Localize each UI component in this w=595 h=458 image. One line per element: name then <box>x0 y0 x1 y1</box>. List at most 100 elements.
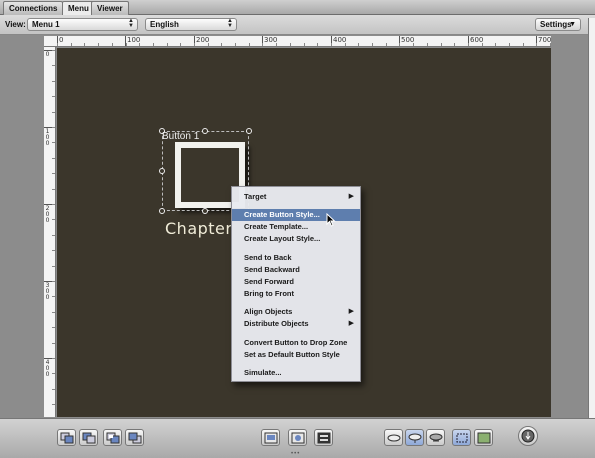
add-button-button[interactable] <box>288 429 307 446</box>
show-standard-button[interactable] <box>384 429 403 446</box>
ruler-minor-tick <box>482 43 483 46</box>
menu-item-label: Send Forward <box>244 277 295 286</box>
ruler-minor-tick <box>304 43 305 46</box>
ruler-minor-tick <box>235 43 236 46</box>
ruler-minor-tick <box>550 43 551 46</box>
menu-item-label: Bring to Front <box>244 289 294 298</box>
ruler-minor-tick <box>194 43 195 46</box>
ruler-minor-tick <box>52 81 55 82</box>
ruler-minor-tick <box>52 404 55 405</box>
display-background-button[interactable] <box>474 429 493 446</box>
resize-handle[interactable] <box>202 208 208 214</box>
show-activated-button[interactable] <box>426 429 445 446</box>
resize-grip-icon[interactable]: ••• <box>291 451 300 457</box>
resize-handle[interactable] <box>202 128 208 134</box>
ruler-minor-tick <box>52 219 55 220</box>
ruler-label: 300 <box>45 282 50 301</box>
ruler-minor-tick <box>249 43 250 46</box>
menu-item-create-template[interactable]: Create Template... <box>232 221 360 233</box>
ruler-minor-tick <box>180 43 181 46</box>
title-safe-icon <box>456 433 468 443</box>
menu-separator <box>233 332 359 333</box>
menu-separator <box>233 205 359 206</box>
ruler-minor-tick <box>52 65 55 66</box>
bring-to-front-button[interactable] <box>125 429 144 446</box>
menu-item-send-to-back[interactable]: Send to Back <box>232 252 360 264</box>
menu-item-simulate[interactable]: Simulate... <box>232 367 360 379</box>
ruler-minor-tick <box>317 43 318 46</box>
menu-item-create-layout-style[interactable]: Create Layout Style... <box>232 233 360 245</box>
menu-item-target[interactable]: Target ▶ <box>232 191 360 203</box>
menu-item-send-backward[interactable]: Send Backward <box>232 264 360 276</box>
ruler-horizontal: 0 100 200 300 400 500 600 700 <box>44 36 551 47</box>
menu-item-align-objects[interactable]: Align Objects ▶ <box>232 306 360 318</box>
view-label: View: <box>5 20 26 29</box>
ruler-minor-tick <box>112 43 113 46</box>
ruler-minor-tick <box>52 127 55 128</box>
ruler-minor-tick <box>98 43 99 46</box>
show-selected-button[interactable] <box>405 429 424 446</box>
menu-separator <box>233 302 359 303</box>
tab-connections[interactable]: Connections <box>3 1 64 15</box>
menu-item-label: Align Objects <box>244 307 293 316</box>
menu-item-bring-to-front[interactable]: Bring to Front <box>232 288 360 300</box>
menu-item-label: Create Button Style... <box>244 210 320 219</box>
ruler-minor-tick <box>331 43 332 46</box>
menu-item-convert-to-drop-zone[interactable]: Convert Button to Drop Zone <box>232 337 360 349</box>
display-background-icon <box>477 432 491 444</box>
menu-item-send-forward[interactable]: Send Forward <box>232 276 360 288</box>
ruler-minor-tick <box>509 43 510 46</box>
menu-item-distribute-objects[interactable]: Distribute Objects ▶ <box>232 318 360 330</box>
language-popup[interactable]: English ▲ ▼ <box>145 18 237 31</box>
send-to-back-button[interactable] <box>57 429 76 446</box>
tab-viewer[interactable]: Viewer <box>91 1 129 15</box>
menu-item-label: Simulate... <box>244 368 282 377</box>
ruler-minor-tick <box>52 312 55 313</box>
ruler-minor-tick <box>52 96 55 97</box>
button-name-label: Button 1 <box>162 131 200 142</box>
menu-item-label: Send Backward <box>244 265 300 274</box>
tab-menu[interactable]: Menu <box>62 1 95 16</box>
view-popup[interactable]: Menu 1 ▲ ▼ <box>27 18 138 31</box>
ruler-minor-tick <box>52 158 55 159</box>
resize-handle[interactable] <box>159 208 165 214</box>
ruler-minor-tick <box>262 43 263 46</box>
ruler-minor-tick <box>495 43 496 46</box>
resize-handle[interactable] <box>159 168 165 174</box>
ruler-minor-tick <box>372 43 373 46</box>
add-submenu-button[interactable] <box>261 429 280 446</box>
add-text-button[interactable] <box>314 429 333 446</box>
menu-item-set-default-button-style[interactable]: Set as Default Button Style <box>232 349 360 361</box>
ruler-minor-tick <box>153 43 154 46</box>
ruler-minor-tick <box>52 189 55 190</box>
bring-to-front-icon <box>128 432 142 444</box>
ruler-minor-tick <box>84 43 85 46</box>
submenu-arrow-icon: ▶ <box>348 320 354 327</box>
show-selected-icon <box>408 433 422 443</box>
resize-handle[interactable] <box>246 128 252 134</box>
ruler-label: 0 <box>59 36 64 44</box>
chapter-text[interactable]: Chapter <box>165 219 232 238</box>
ruler-minor-tick <box>536 43 537 46</box>
ruler-minor-tick <box>52 373 55 374</box>
ruler-minor-tick <box>358 43 359 46</box>
menu-item-label: Create Template... <box>244 222 309 231</box>
settings-button-label: Settings <box>540 20 572 29</box>
title-safe-button[interactable] <box>452 429 471 446</box>
settings-button[interactable]: Settings ▼ <box>535 18 581 31</box>
submenu-arrow-icon: ▶ <box>348 308 354 315</box>
editor-toolbar: View: Menu 1 ▲ ▼ English ▲ ▼ Settings ▼ <box>0 15 595 35</box>
ruler-minor-tick <box>221 43 222 46</box>
send-backward-button[interactable] <box>79 429 98 446</box>
bring-forward-button[interactable] <box>103 429 122 446</box>
language-popup-value: English <box>150 20 179 29</box>
menu-item-create-button-style[interactable]: Create Button Style... <box>232 209 360 221</box>
ruler-minor-tick <box>167 43 168 46</box>
ruler-minor-tick <box>52 250 55 251</box>
ruler-minor-tick <box>52 389 55 390</box>
menu-separator <box>233 247 359 248</box>
simulator-button[interactable] <box>518 426 538 446</box>
tab-bar: Connections Menu Viewer <box>0 0 595 16</box>
menu-item-label: Send to Back <box>244 253 292 262</box>
ruler-minor-tick <box>52 142 55 143</box>
